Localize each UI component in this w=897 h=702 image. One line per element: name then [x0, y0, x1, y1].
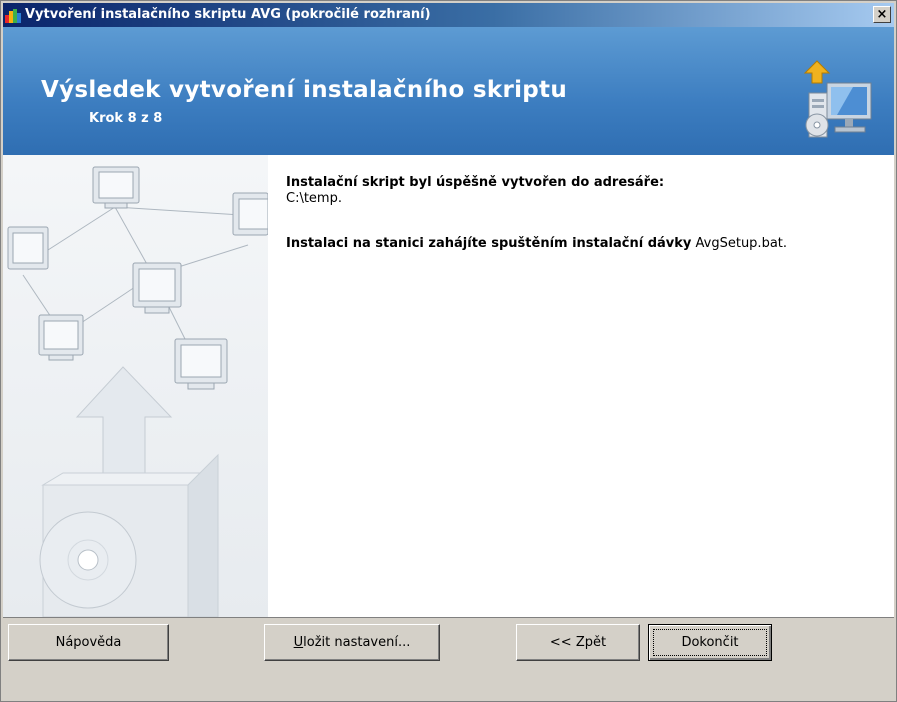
result-message: Instalační skript byl úspěšně vytvořen d… [286, 175, 886, 207]
save-settings-accesskey: U [293, 635, 304, 650]
start-instructions: Instalaci na stanici zahájíte spuštěním … [286, 236, 886, 252]
result-directory: C:\temp. [286, 191, 342, 206]
step-indicator: Krok 8 z 8 [89, 111, 163, 126]
batch-file-name: AvgSetup.bat. [695, 236, 788, 251]
focus-rectangle [653, 629, 767, 656]
result-content: Instalační skript byl úspěšně vytvořen d… [268, 155, 894, 617]
finish-button[interactable]: Dokončit [648, 624, 772, 661]
back-button[interactable]: << Zpět [516, 624, 640, 661]
title-bar: Vytvoření instalačního skriptu AVG (pokr… [3, 3, 894, 27]
close-button[interactable]: × [873, 6, 891, 23]
network-illustration [3, 155, 268, 617]
page-title: Výsledek vytvoření instalačního skriptu [41, 77, 567, 103]
instructions-text: Instalaci na stanici zahájíte spuštěním … [286, 236, 692, 251]
network-art [3, 155, 268, 617]
help-button[interactable]: Nápověda [8, 624, 169, 661]
installer-window: Vytvoření instalačního skriptu AVG (pokr… [0, 0, 897, 702]
install-computer-icon [803, 60, 872, 138]
save-settings-label: ložit nastavení... [303, 635, 411, 650]
avg-app-icon [5, 9, 21, 23]
result-heading: Instalační skript byl úspěšně vytvořen d… [286, 175, 665, 190]
wizard-header: Výsledek vytvoření instalačního skriptu … [3, 27, 894, 155]
close-icon: × [876, 7, 888, 22]
button-bar: Nápověda Uložit nastavení... << Zpět Dok… [3, 617, 894, 699]
save-settings-button[interactable]: Uložit nastavení... [264, 624, 440, 661]
window-title: Vytvoření instalačního skriptu AVG (pokr… [25, 7, 431, 22]
